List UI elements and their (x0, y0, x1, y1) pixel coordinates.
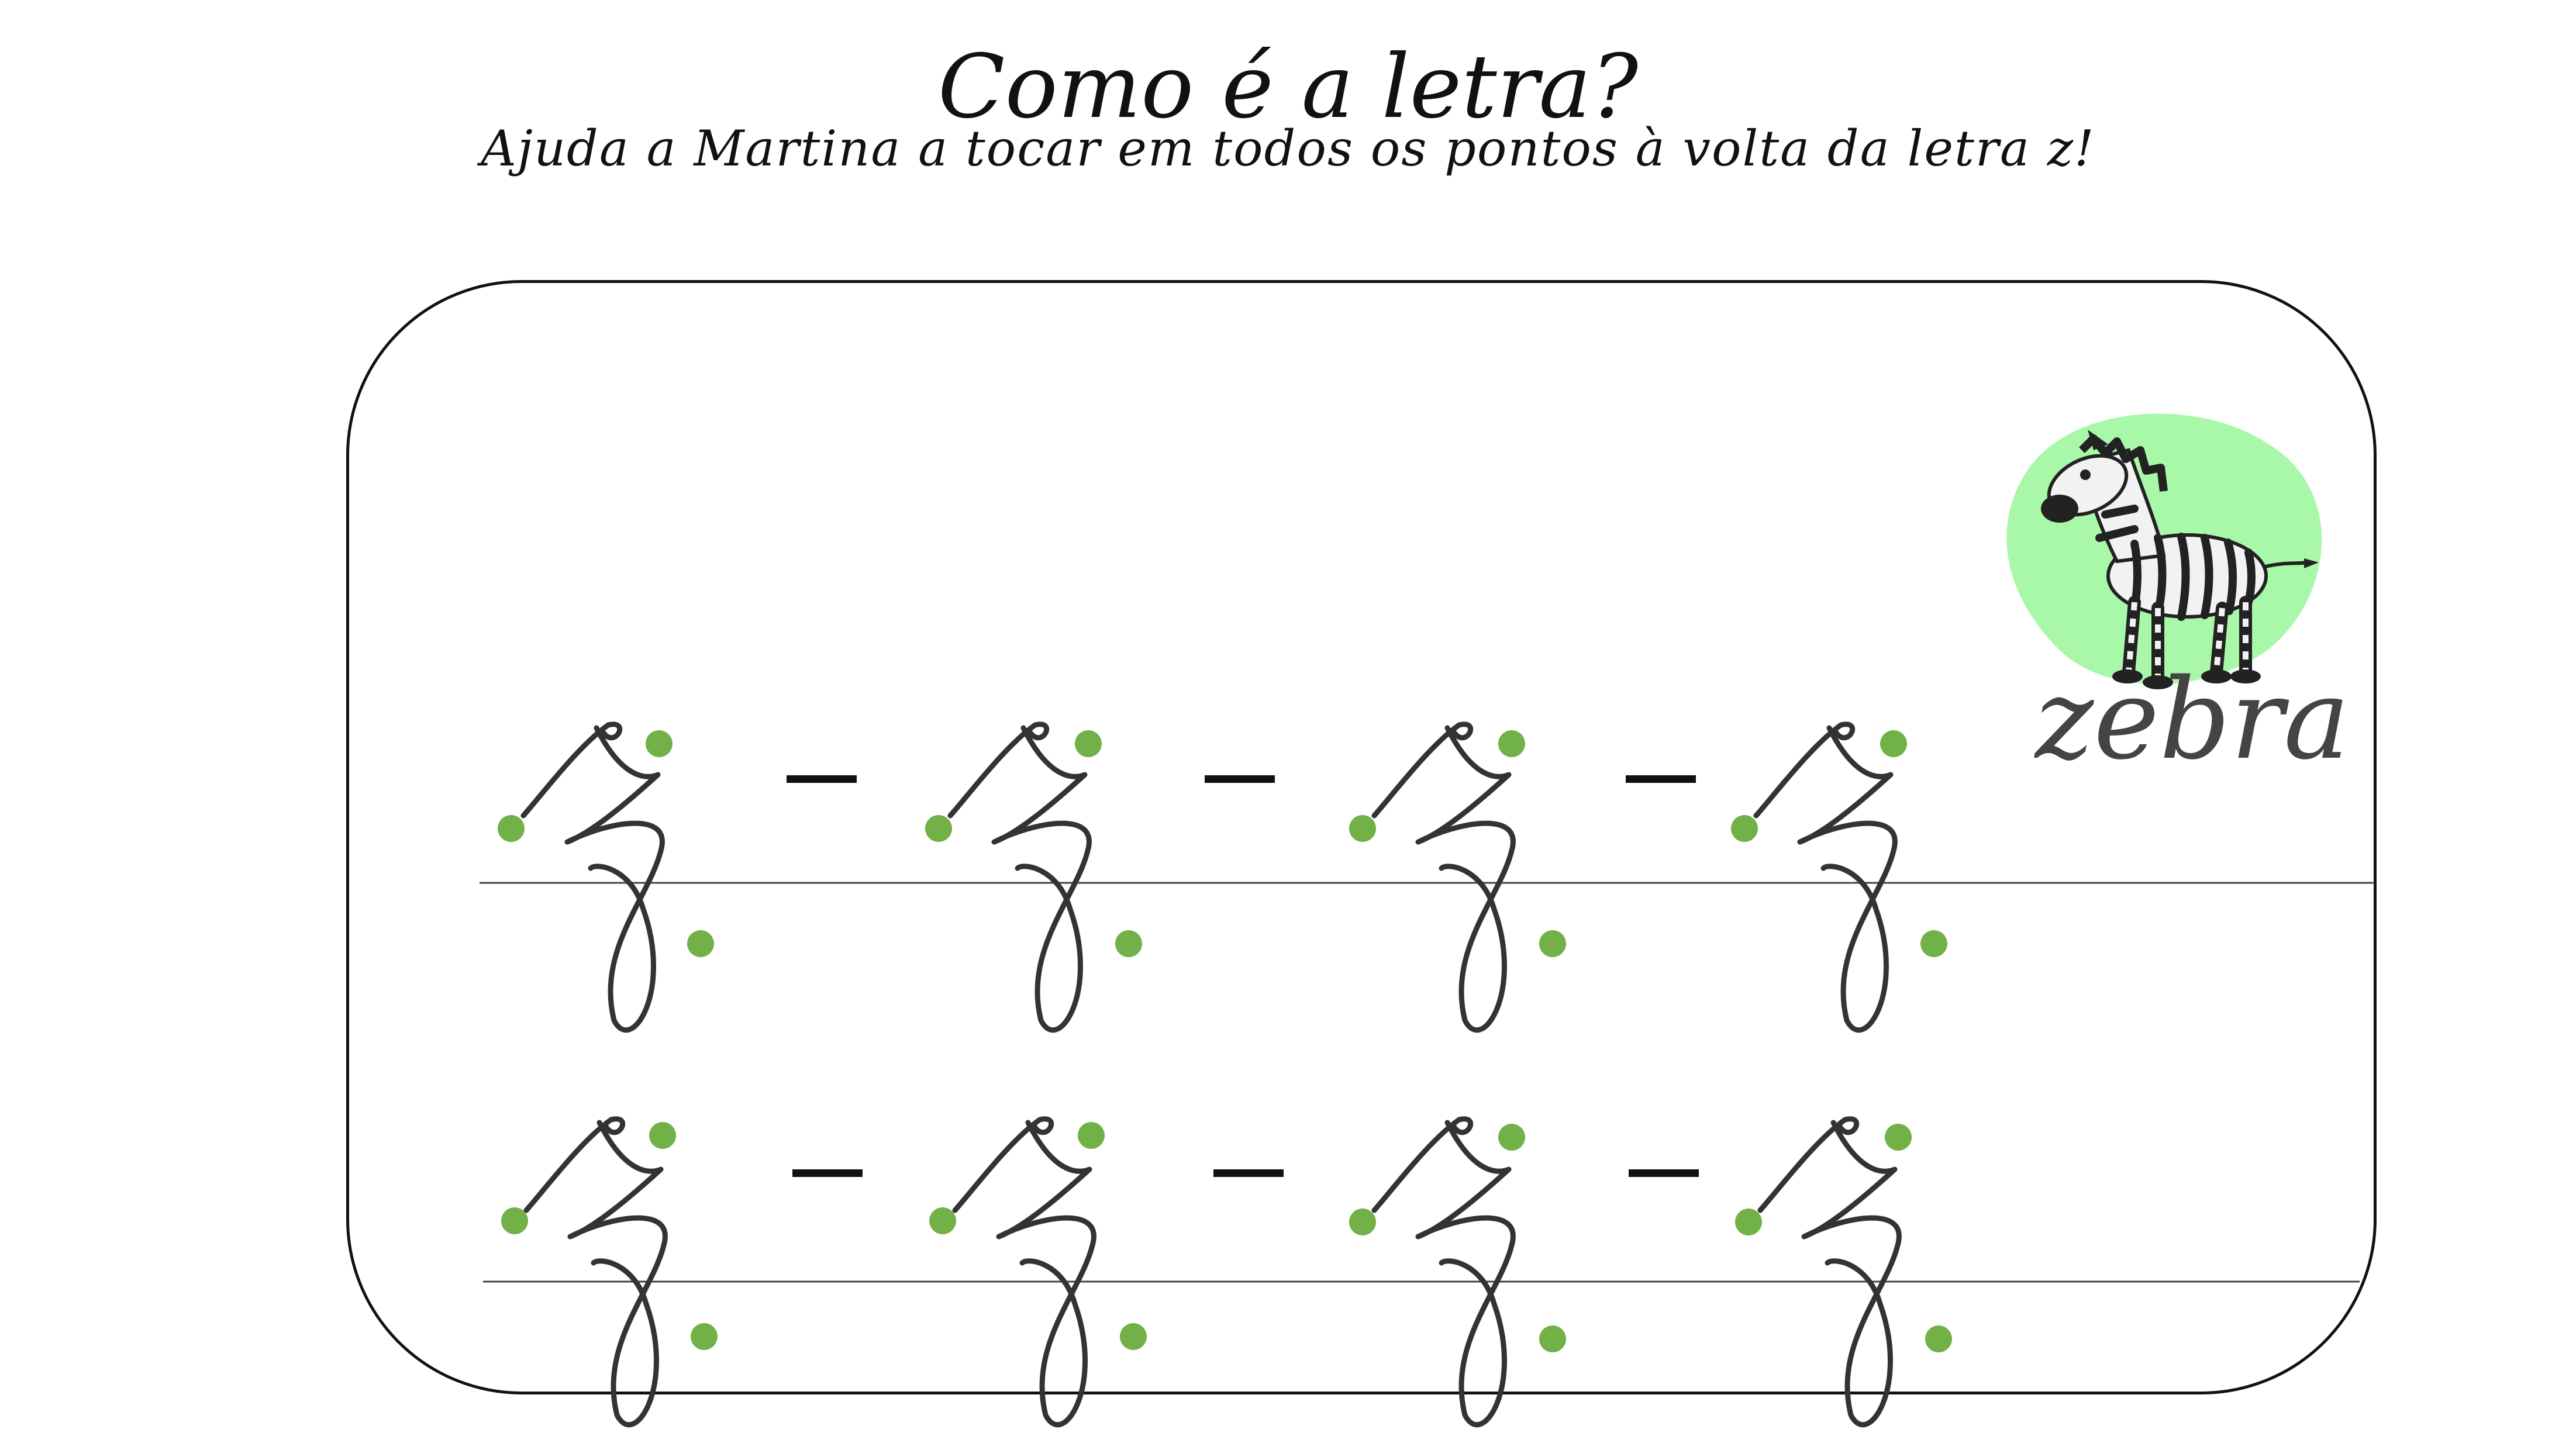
trace-dot[interactable] (1920, 930, 1947, 957)
dash-separator (1213, 1169, 1284, 1177)
dash-separator (1629, 1169, 1699, 1177)
trace-dot[interactable] (1735, 1209, 1762, 1235)
dash-separator (1626, 775, 1696, 783)
letter-z-row1-3 (1349, 724, 1566, 1030)
letter-z-row1-1 (498, 724, 714, 1030)
trace-dot[interactable] (691, 1323, 718, 1350)
dash-separator (787, 775, 857, 783)
trace-dot[interactable] (1539, 1325, 1566, 1352)
zebra-icon (2006, 413, 2322, 689)
trace-dot[interactable] (929, 1207, 956, 1234)
trace-dot[interactable] (646, 730, 673, 757)
dash-separator (1205, 775, 1275, 783)
trace-dot[interactable] (1075, 730, 1102, 757)
trace-dot[interactable] (1885, 1124, 1912, 1151)
trace-dot[interactable] (498, 815, 525, 842)
trace-dot[interactable] (1078, 1122, 1105, 1149)
trace-dot[interactable] (1498, 730, 1525, 757)
trace-dot[interactable] (925, 815, 952, 842)
trace-dot[interactable] (1880, 730, 1907, 757)
trace-dot[interactable] (1731, 815, 1758, 842)
trace-dot[interactable] (501, 1207, 528, 1234)
dash-separator (792, 1169, 863, 1177)
letter-z-row1-4 (1731, 724, 1947, 1030)
letter-z-row2-4 (1735, 1119, 1952, 1425)
trace-dot[interactable] (1925, 1325, 1952, 1352)
letter-z-row1-2 (925, 724, 1142, 1030)
trace-dot[interactable] (1115, 930, 1142, 957)
letter-z-row2-3 (1349, 1119, 1566, 1425)
trace-dot[interactable] (1539, 930, 1566, 957)
trace-dot[interactable] (1349, 1209, 1376, 1235)
trace-dot[interactable] (1498, 1124, 1525, 1151)
picture-word: zebra (2035, 655, 2350, 784)
trace-dot[interactable] (1120, 1323, 1147, 1350)
trace-dot[interactable] (687, 930, 714, 957)
letter-z-row2-2 (929, 1119, 1147, 1425)
letter-z-row2-1 (501, 1119, 718, 1425)
trace-dot[interactable] (649, 1122, 676, 1149)
trace-dot[interactable] (1349, 815, 1376, 842)
